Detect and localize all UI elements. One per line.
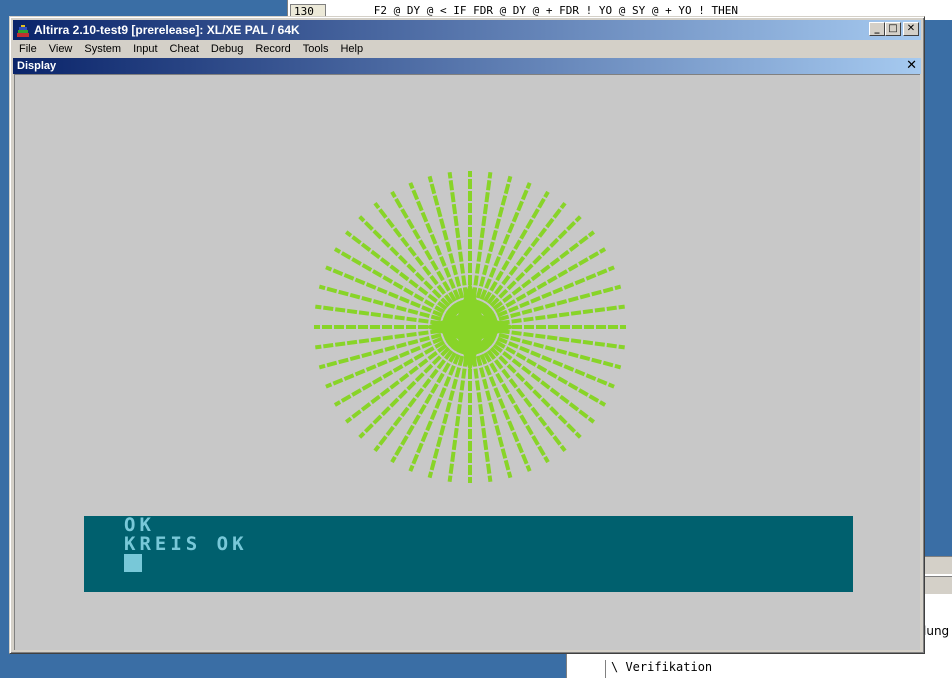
- maximize-button[interactable]: □: [885, 22, 901, 36]
- menu-record[interactable]: Record: [249, 43, 296, 55]
- altirra-window: Altirra 2.10-test9 [prerelease]: XL/XE P…: [9, 16, 925, 654]
- altirra-app-icon[interactable]: [16, 23, 30, 37]
- emulator-display[interactable]: OK KREIS OK: [14, 74, 920, 650]
- menu-view[interactable]: View: [43, 43, 79, 55]
- close-button[interactable]: ✕: [903, 22, 919, 36]
- menu-debug[interactable]: Debug: [205, 43, 249, 55]
- screen-line-kreis: KREIS OK: [124, 533, 248, 555]
- menu-bar: File View System Input Cheat Debug Recor…: [13, 40, 921, 58]
- background-bar: [923, 556, 952, 574]
- menu-tools[interactable]: Tools: [297, 43, 335, 55]
- menu-cheat[interactable]: Cheat: [164, 43, 205, 55]
- text-cursor: [124, 554, 142, 572]
- display-pane-title: Display: [17, 60, 57, 72]
- background-code-line: \ Verifikation: [611, 660, 713, 674]
- starburst-graphic: [314, 171, 626, 483]
- menu-help[interactable]: Help: [334, 43, 369, 55]
- pane-close-icon[interactable]: ✕: [906, 58, 917, 74]
- background-bar: [923, 576, 952, 594]
- window-title: Altirra 2.10-test9 [prerelease]: XL/XE P…: [34, 23, 300, 37]
- screen-line-ok: OK: [124, 514, 155, 536]
- atari-text-window: OK KREIS OK: [84, 514, 853, 592]
- background-trail-text: lung: [923, 624, 950, 638]
- title-buttons: _ □ ✕: [869, 22, 919, 36]
- maximize-icon: □: [888, 23, 898, 34]
- menu-input[interactable]: Input: [127, 43, 163, 55]
- display-pane-header[interactable]: Display ✕: [13, 58, 921, 74]
- minimize-button[interactable]: _: [869, 22, 885, 36]
- minimize-icon: _: [874, 23, 880, 34]
- menu-system[interactable]: System: [78, 43, 127, 55]
- title-bar[interactable]: Altirra 2.10-test9 [prerelease]: XL/XE P…: [13, 20, 921, 40]
- close-icon: ✕: [906, 23, 916, 34]
- menu-file[interactable]: File: [13, 43, 43, 55]
